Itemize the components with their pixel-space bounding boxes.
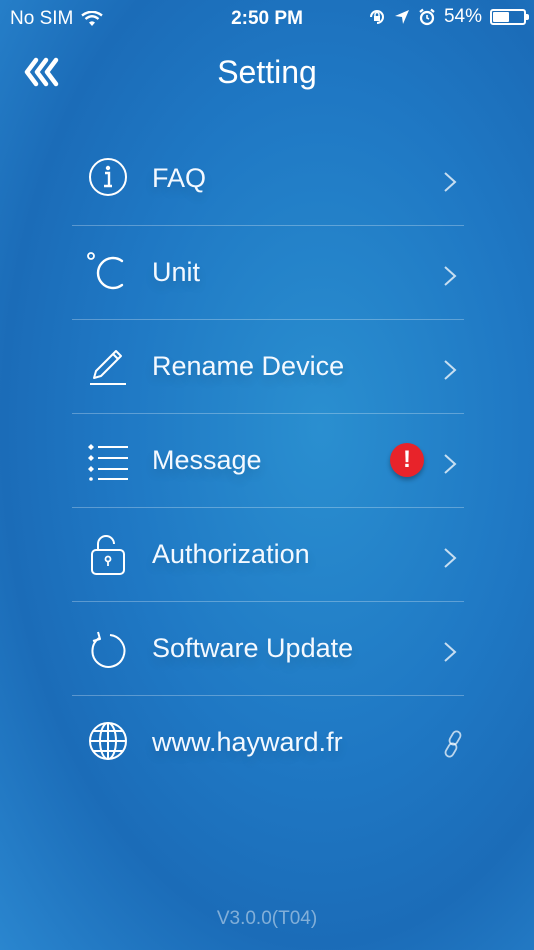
status-bar: No SIM 2:50 PM 54%: [0, 0, 534, 38]
menu-item-unit[interactable]: Unit: [72, 226, 464, 320]
menu-item-message[interactable]: Message !: [72, 414, 464, 508]
menu-item-label: Message: [152, 445, 262, 475]
menu-item-label: Software Update: [152, 633, 354, 663]
battery-percent: 54%: [443, 6, 482, 27]
menu-item-label: Rename Device: [152, 351, 345, 381]
celsius-icon: [87, 252, 124, 290]
chevron-right-icon: [444, 548, 457, 568]
chevron-right-icon: [444, 642, 457, 662]
battery-fill: [493, 12, 510, 22]
nav-bar: Setting: [0, 44, 534, 104]
page-title: Setting: [217, 54, 317, 90]
menu-item-label: Unit: [152, 257, 201, 287]
status-right: 54%: [368, 6, 529, 28]
battery-icon: [490, 9, 529, 25]
menu-item-faq[interactable]: FAQ: [72, 132, 464, 226]
menu-item-rename-device[interactable]: Rename Device: [72, 320, 464, 414]
menu-item-software-update[interactable]: Software Update: [72, 602, 464, 696]
chevron-right-icon: [444, 360, 457, 380]
globe-icon: [89, 722, 127, 760]
menu-item-label: www.hayward.fr: [152, 727, 343, 757]
menu-item-label: FAQ: [152, 163, 207, 193]
orientation-lock-icon: [369, 10, 384, 24]
info-icon: [89, 158, 127, 196]
menu-item-website[interactable]: www.hayward.fr: [72, 696, 464, 789]
menu-item-label: Authorization: [152, 539, 310, 569]
alarm-icon: [419, 8, 435, 26]
list-icon: [88, 444, 128, 481]
refresh-icon: [91, 631, 126, 668]
chevron-right-icon: [444, 454, 457, 474]
app-version: V3.0.0(T04): [216, 908, 318, 929]
chevron-right-icon: [444, 172, 457, 192]
chevron-right-icon: [444, 266, 457, 286]
alert-badge: !: [390, 443, 424, 477]
settings-menu: FAQ Unit Rename Device Message ! Authori…: [72, 132, 464, 789]
unlock-icon: [91, 535, 125, 575]
location-icon: [394, 10, 409, 24]
menu-item-authorization[interactable]: Authorization: [72, 508, 464, 602]
link-icon: [444, 730, 462, 758]
pencil-icon: [90, 350, 126, 385]
